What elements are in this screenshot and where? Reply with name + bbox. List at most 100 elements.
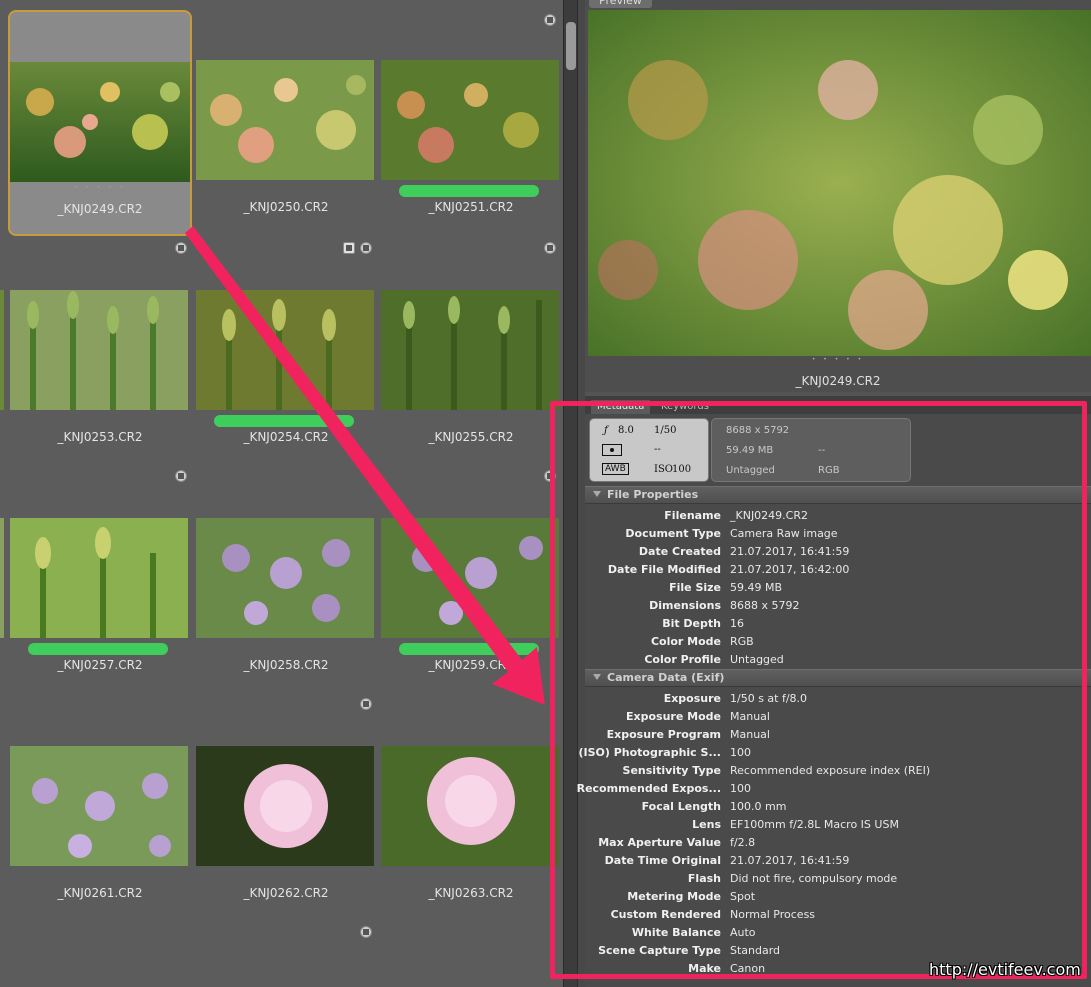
thumbnail-image[interactable]	[381, 746, 561, 866]
metadata-key: File Size	[669, 581, 721, 594]
metadata-value[interactable]: 100	[730, 744, 751, 762]
thumbnail-image[interactable]	[196, 746, 376, 866]
tab-preview[interactable]: Preview	[589, 0, 652, 8]
metadata-row: Max Aperture Value f/2.8	[585, 834, 1091, 852]
metadata-value[interactable]: 59.49 MB	[730, 579, 782, 597]
thumbnail-cell[interactable]: • • • • • _KNJ0249.CR2	[8, 10, 192, 236]
disclosure-triangle-icon[interactable]	[593, 674, 601, 680]
thumbnail-filename: _KNJ0261.CR2	[57, 886, 143, 900]
thumbnail-cell[interactable]: _KNJ0259.CR2	[381, 468, 563, 694]
thumbnail-filename: _KNJ0253.CR2	[57, 430, 143, 444]
scrollbar-thumb[interactable]	[566, 22, 576, 70]
metadata-value[interactable]: 100.0 mm	[730, 798, 786, 816]
metadata-key: Dimensions	[649, 599, 721, 612]
thumbnail-cell[interactable]: _KNJ0257.CR2	[10, 468, 194, 694]
metadata-value[interactable]: _KNJ0249.CR2	[730, 507, 808, 525]
thumbnail-cell[interactable]: _KNJ0263.CR2	[381, 696, 563, 922]
thumbnail-image[interactable]	[10, 62, 190, 182]
metadata-value[interactable]: EF100mm f/2.8L Macro IS USM	[730, 816, 899, 834]
thumbnail-filename: _KNJ0249.CR2	[57, 202, 143, 216]
metadata-value[interactable]: Manual	[730, 726, 770, 744]
thumbnail-filename: _KNJ0262.CR2	[243, 886, 329, 900]
metadata-value[interactable]: 21.07.2017, 16:42:00	[730, 561, 849, 579]
metadata-value[interactable]: Spot	[730, 888, 755, 906]
metadata-value[interactable]: 100	[730, 780, 751, 798]
metadata-value[interactable]: Untagged	[730, 651, 784, 669]
thumbnail-cell[interactable]: _KNJ0262.CR2	[196, 696, 380, 922]
tab-metadata[interactable]: Metadata	[591, 400, 651, 414]
stack-icon[interactable]	[360, 926, 372, 938]
rating-dots[interactable]: • • • • •	[585, 356, 1091, 363]
metering-icon	[602, 444, 622, 456]
thumbnail-image[interactable]	[10, 518, 190, 638]
thumbnail-cell[interactable]: _KNJ0254.CR2	[196, 240, 380, 466]
metadata-key: Color Profile	[644, 653, 721, 666]
metadata-value[interactable]: 8688 x 5792	[730, 597, 800, 615]
rating-dots[interactable]: • • • • •	[10, 184, 190, 191]
stack-icon[interactable]	[544, 14, 556, 26]
metadata-row: Filename _KNJ0249.CR2	[585, 507, 1091, 525]
metadata-key: Date File Modified	[607, 563, 721, 576]
thumbnail-image[interactable]	[10, 746, 190, 866]
metadata-key: Recommended Expos...	[576, 782, 721, 795]
thumbnail-image[interactable]	[196, 518, 376, 638]
thumbnail-cell[interactable]: _KNJ0261.CR2	[10, 696, 194, 922]
thumbnail-cell[interactable]: _KNJ0258.CR2	[196, 468, 380, 694]
panel-divider[interactable]	[577, 0, 585, 987]
file-properties-header[interactable]: File Properties	[585, 486, 1091, 504]
aperture-value: 8.0	[618, 425, 634, 436]
metadata-key: Metering Mode	[627, 890, 721, 903]
metadata-key: Make	[688, 962, 721, 975]
thumbnail-cell[interactable]: _KNJ0251.CR2	[381, 10, 563, 236]
metadata-value[interactable]: 21.07.2017, 16:41:59	[730, 852, 849, 870]
metadata-row: Focal Length 100.0 mm	[585, 798, 1091, 816]
metadata-value[interactable]: RGB	[730, 633, 754, 651]
metadata-key: White Balance	[631, 926, 721, 939]
metadata-key: Flash	[687, 872, 721, 885]
tab-keywords[interactable]: Keywords	[655, 400, 715, 414]
disclosure-triangle-icon[interactable]	[593, 491, 601, 497]
metadata-value[interactable]: Standard	[730, 942, 780, 960]
metadata-key: Sensitivity Type	[622, 764, 721, 777]
metadata-value[interactable]: Auto	[730, 924, 756, 942]
thumbnail-image[interactable]	[196, 290, 376, 410]
metadata-value[interactable]: Did not fire, compulsory mode	[730, 870, 897, 888]
thumbnail-filename: _KNJ0259.CR2	[428, 658, 514, 672]
thumbnail-image[interactable]	[381, 518, 561, 638]
thumbnail-cell[interactable]: _KNJ0253.CR2	[10, 240, 194, 466]
thumbnail-image[interactable]	[381, 290, 561, 410]
thumbnail-image[interactable]	[196, 60, 376, 180]
thumbnail-cell[interactable]: _KNJ0255.CR2	[381, 240, 563, 466]
aperture-icon: ƒ	[604, 425, 608, 436]
metadata-value[interactable]: Normal Process	[730, 906, 815, 924]
thumbnail-image[interactable]	[381, 60, 561, 180]
content-scrollbar[interactable]	[563, 0, 577, 987]
placard-dimensions: 8688 x 5792	[726, 425, 790, 436]
thumbnail-cell[interactable]: _KNJ0250.CR2	[196, 10, 380, 236]
camera-data-header[interactable]: Camera Data (Exif)	[585, 669, 1091, 687]
thumbnail-image[interactable]	[10, 290, 190, 410]
bridge-window: • • • • • _KNJ0249.CR2 _KNJ0250.CR2 _KNJ…	[0, 0, 1091, 987]
file-placard: 8688 x 5792 59.49 MB -- Untagged RGB	[711, 418, 911, 482]
placard-file-size: 59.49 MB	[726, 445, 774, 456]
iso-value: 100	[672, 464, 692, 475]
metadata-value[interactable]: Recommended exposure index (REI)	[730, 762, 930, 780]
metadata-row: Date Created 21.07.2017, 16:41:59	[585, 543, 1091, 561]
metadata-key: Focal Length	[641, 800, 721, 813]
metadata-row: Metering Mode Spot	[585, 888, 1091, 906]
metadata-value[interactable]: f/2.8	[730, 834, 755, 852]
metadata-row: Date Time Original 21.07.2017, 16:41:59	[585, 852, 1091, 870]
metadata-value[interactable]: Manual	[730, 708, 770, 726]
metadata-row: Exposure Program Manual	[585, 726, 1091, 744]
metadata-value[interactable]: Camera Raw image	[730, 525, 838, 543]
preview-image[interactable]	[588, 10, 1091, 356]
metadata-row: Sensitivity Type Recommended exposure ind…	[585, 762, 1091, 780]
metadata-value[interactable]: 16	[730, 615, 744, 633]
metadata-key: Date Time Original	[604, 854, 721, 867]
metadata-value[interactable]: 21.07.2017, 16:41:59	[730, 543, 849, 561]
metadata-key: (ISO) Photographic S...	[578, 746, 721, 759]
partial-thumbnail	[0, 518, 4, 638]
metadata-key: Max Aperture Value	[598, 836, 721, 849]
metadata-value[interactable]: 1/50 s at f/8.0	[730, 690, 807, 708]
metadata-value[interactable]: Canon	[730, 960, 765, 978]
